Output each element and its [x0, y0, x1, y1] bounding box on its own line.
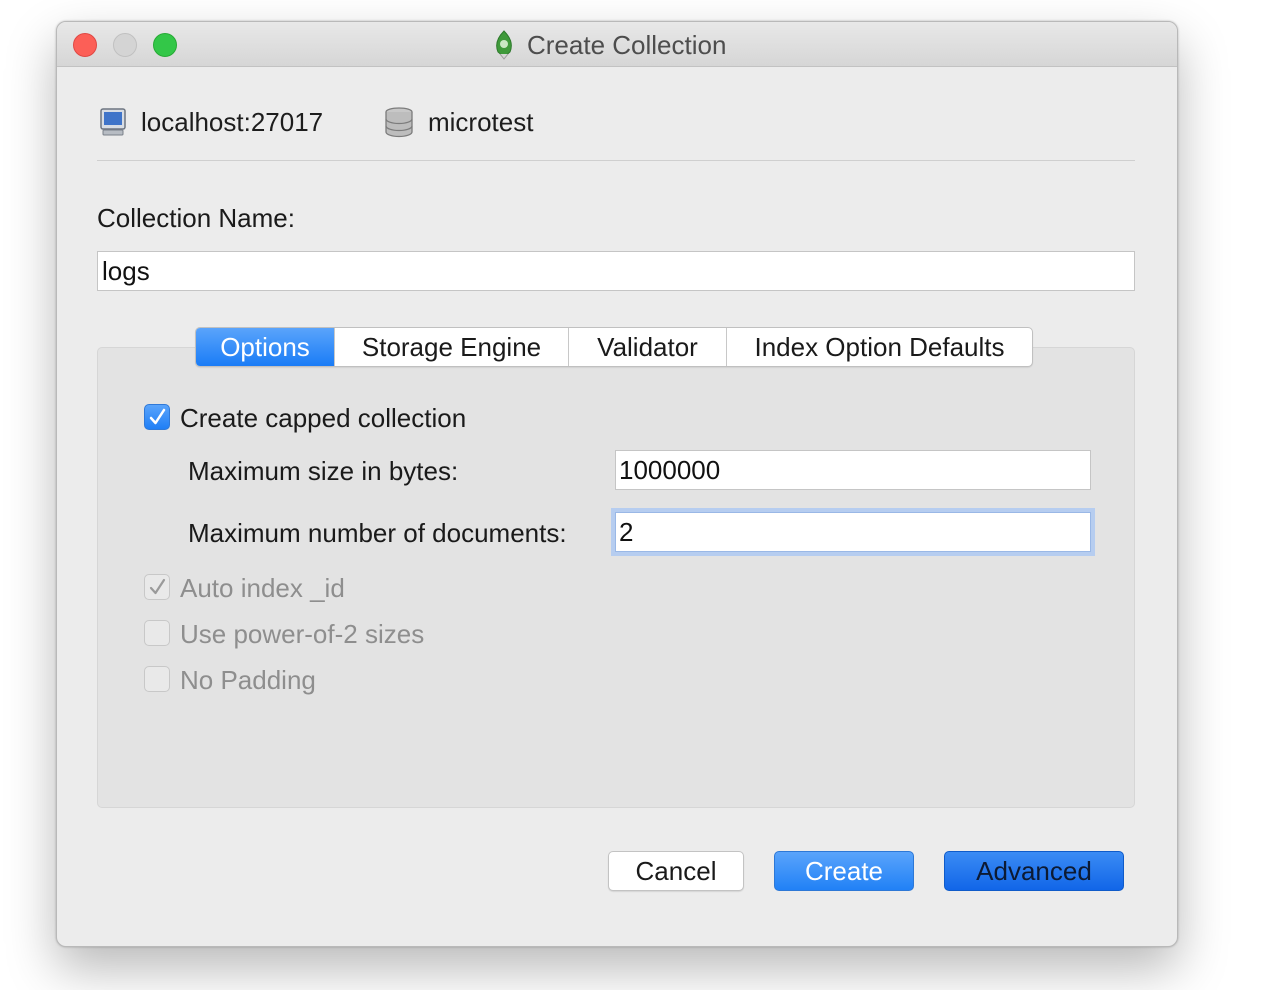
- server-info: localhost:27017: [99, 104, 323, 140]
- database-icon: [385, 107, 413, 138]
- collection-name-label: Collection Name:: [97, 203, 295, 233]
- no-padding-checkbox[interactable]: [144, 666, 170, 692]
- capped-collection-label: Create capped collection: [180, 403, 467, 433]
- cancel-button[interactable]: Cancel: [608, 851, 744, 891]
- close-window-button[interactable]: [73, 33, 97, 57]
- max-docs-label: Maximum number of documents:: [188, 518, 567, 548]
- options-tab-bar: Options Storage Engine Validator Index O…: [195, 327, 1033, 367]
- capped-collection-checkbox[interactable]: [144, 404, 170, 430]
- max-size-input[interactable]: [615, 450, 1091, 490]
- options-panel: Create capped collection Maximum size in…: [97, 347, 1135, 808]
- checkmark-icon: [149, 408, 166, 425]
- database-name: microtest: [428, 106, 534, 137]
- no-padding-label: No Padding: [180, 665, 316, 695]
- create-collection-dialog: Create Collection localhost:27017 microt…: [56, 21, 1178, 947]
- max-docs-input[interactable]: [615, 512, 1091, 552]
- window-title-text: Create Collection: [527, 29, 727, 60]
- auto-index-checkbox[interactable]: [144, 574, 170, 600]
- database-info: microtest: [384, 104, 533, 140]
- title-bar[interactable]: Create Collection: [57, 22, 1177, 67]
- maximize-window-button[interactable]: [153, 33, 177, 57]
- header-divider: [97, 160, 1135, 161]
- max-size-label: Maximum size in bytes:: [188, 456, 459, 486]
- monitor-icon: [100, 108, 126, 136]
- leaf-logo-icon: [496, 30, 512, 60]
- minimize-window-button[interactable]: [113, 33, 137, 57]
- create-button[interactable]: Create: [774, 851, 914, 891]
- checkmark-icon: [149, 578, 166, 595]
- server-address: localhost:27017: [141, 106, 324, 137]
- tab-validator[interactable]: Validator: [568, 328, 726, 366]
- tab-options[interactable]: Options: [196, 328, 334, 366]
- advanced-button[interactable]: Advanced: [944, 851, 1124, 891]
- auto-index-label: Auto index _id: [180, 573, 345, 603]
- power-of-2-checkbox[interactable]: [144, 620, 170, 646]
- collection-name-input[interactable]: [97, 251, 1135, 291]
- tab-storage-engine[interactable]: Storage Engine: [334, 328, 568, 366]
- power-of-2-label: Use power-of-2 sizes: [180, 619, 425, 649]
- tab-index-option-defaults[interactable]: Index Option Defaults: [726, 328, 1032, 366]
- window-title: Create Collection: [491, 30, 726, 60]
